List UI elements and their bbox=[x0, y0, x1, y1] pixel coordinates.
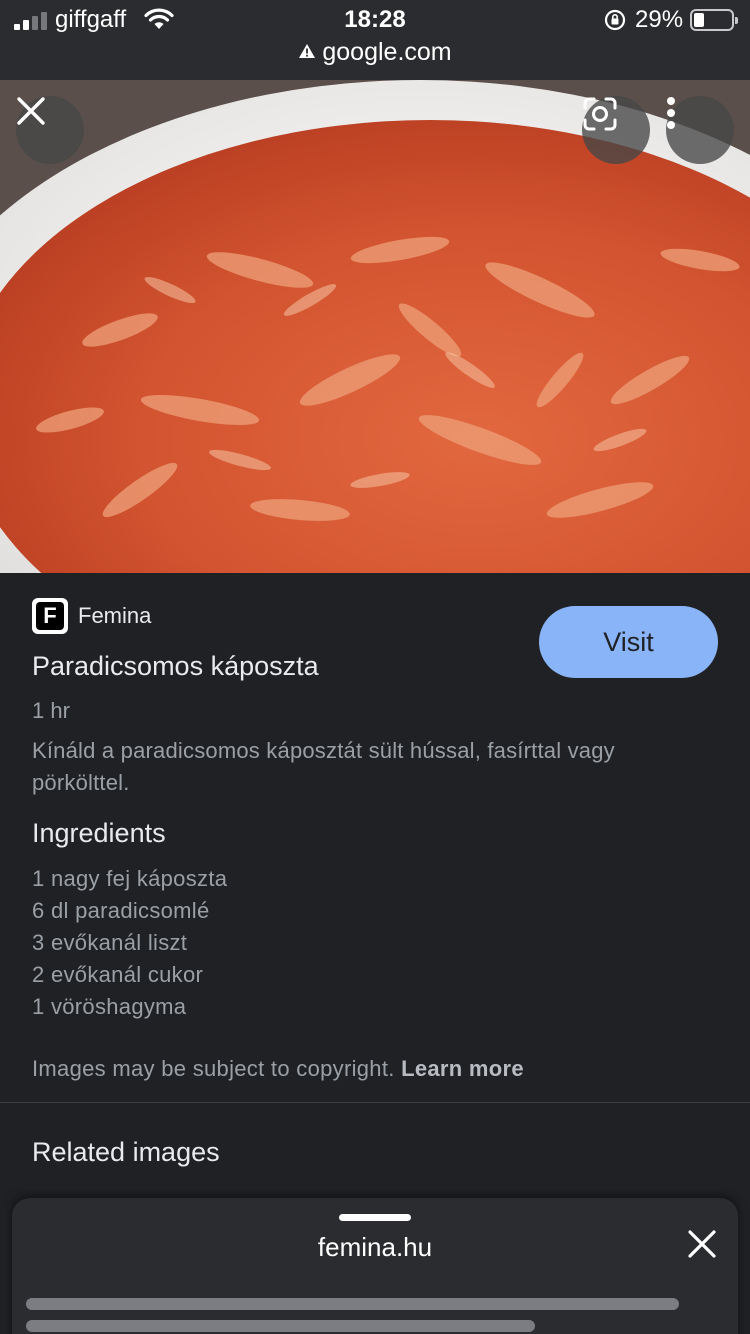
ingredient-item: 1 nagy fej káposzta bbox=[32, 866, 228, 891]
source-name: Femina bbox=[78, 603, 152, 628]
browser-top-bar: giffgaff 18:28 29% google.com bbox=[0, 0, 750, 80]
related-images-heading: Related images bbox=[32, 1137, 220, 1167]
sheet-url: femina.hu bbox=[317, 1232, 433, 1262]
ingredient-item: 2 evőkanál cukor bbox=[32, 962, 204, 987]
battery-icon bbox=[690, 9, 738, 31]
site-preview-sheet[interactable]: femina.hu bbox=[12, 1198, 738, 1334]
ingredients-heading: Ingredients bbox=[32, 818, 166, 848]
source-row[interactable]: F Femina bbox=[32, 597, 151, 635]
source-favicon: F bbox=[32, 598, 68, 634]
ingredient-item: 6 dl paradicsomlé bbox=[32, 898, 210, 923]
copyright-text: Images may be subject to copyright. bbox=[32, 1056, 395, 1081]
recipe-image[interactable] bbox=[0, 80, 750, 573]
more-vertical-icon bbox=[667, 97, 675, 129]
ingredient-item: 1 vöröshagyma bbox=[32, 994, 187, 1019]
loading-placeholder-line bbox=[26, 1298, 679, 1310]
google-lens-icon bbox=[583, 97, 617, 131]
recipe-description: Kínáld a paradicsomos káposztát sült hús… bbox=[32, 738, 615, 795]
more-options-button[interactable] bbox=[666, 96, 734, 164]
result-title[interactable]: Paradicsomos káposzta bbox=[32, 651, 319, 682]
sheet-drag-handle[interactable] bbox=[339, 1214, 411, 1221]
ingredient-item: 3 evőkanál liszt bbox=[32, 930, 188, 955]
close-icon[interactable] bbox=[686, 1228, 718, 1260]
warning-triangle-icon bbox=[298, 37, 316, 66]
result-info-panel: F Femina Visit Paradicsomos káposzta 1 h… bbox=[0, 573, 750, 1103]
ingredients-list: 1 nagy fej káposzta 6 dl paradicsomlé 3 … bbox=[32, 863, 227, 1023]
visit-button[interactable]: Visit bbox=[539, 606, 718, 678]
section-divider bbox=[0, 1102, 750, 1103]
close-image-button[interactable] bbox=[16, 96, 84, 164]
google-lens-button[interactable] bbox=[582, 96, 650, 164]
loading-placeholder-line bbox=[26, 1320, 535, 1332]
battery-percent: 29% bbox=[635, 6, 684, 33]
orientation-lock-icon bbox=[603, 9, 627, 36]
learn-more-link[interactable]: Learn more bbox=[401, 1056, 524, 1081]
status-bar: giffgaff 18:28 29% bbox=[0, 0, 750, 40]
copyright-notice: Images may be subject to copyright. Lear… bbox=[32, 1056, 524, 1082]
url-bar[interactable]: google.com bbox=[0, 38, 750, 70]
cook-time: 1 hr bbox=[32, 698, 70, 723]
close-icon bbox=[17, 97, 45, 125]
url-domain: google.com bbox=[322, 38, 452, 66]
